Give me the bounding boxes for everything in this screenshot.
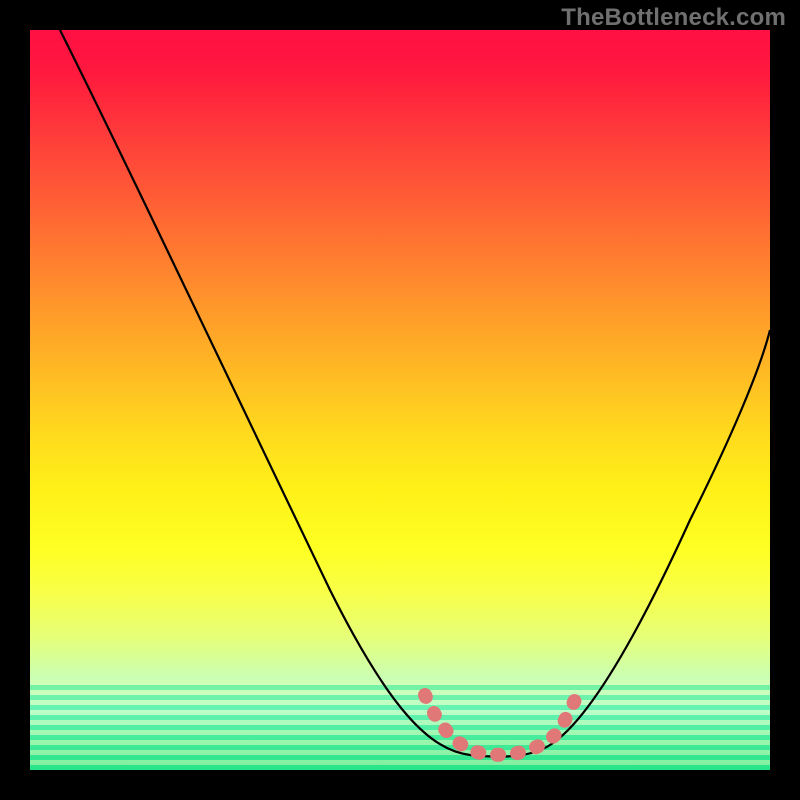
plot-area: [30, 30, 770, 770]
bottleneck-curve: [60, 30, 770, 757]
curve-layer: [30, 30, 770, 770]
trough-marker: [425, 695, 575, 755]
chart-frame: TheBottleneck.com: [0, 0, 800, 800]
watermark-text: TheBottleneck.com: [561, 4, 786, 32]
